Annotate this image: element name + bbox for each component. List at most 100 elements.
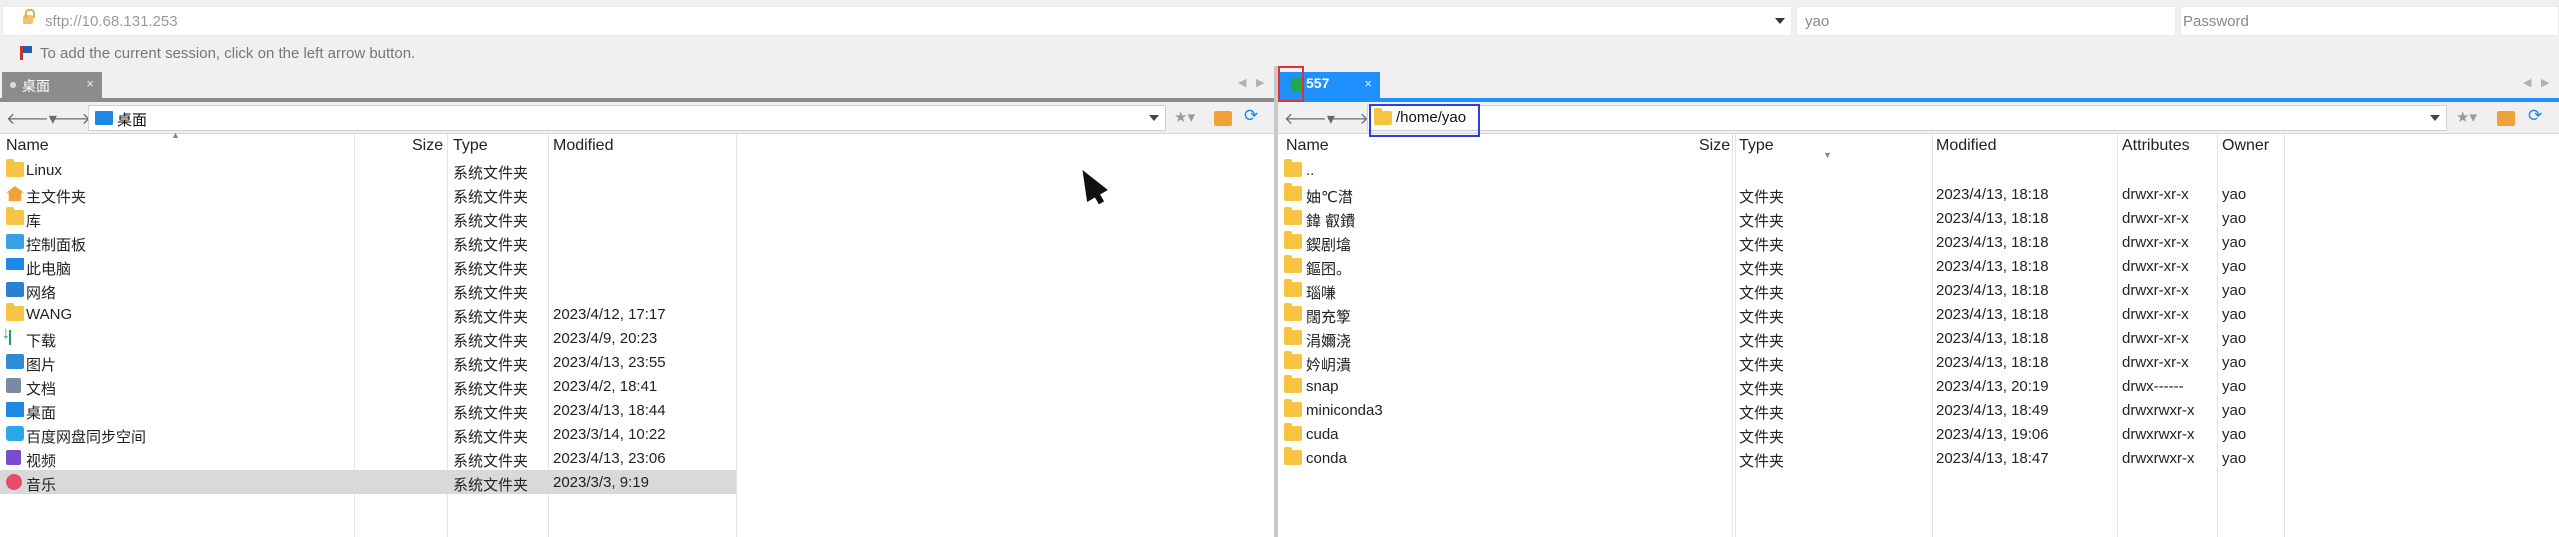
list-item[interactable]: cuda 文件夹 2023/4/13, 19:06 drwxrwxr-x yao [1278, 422, 2559, 446]
list-item[interactable]: 库 系统文件夹 [0, 206, 1274, 230]
item-modified: 2023/4/13, 18:18 [1936, 306, 2049, 323]
close-icon[interactable]: × [86, 76, 94, 91]
refresh-icon[interactable]: ⟳ [1244, 106, 1258, 126]
session-hint-bar: To add the current session, click on the… [0, 42, 2559, 66]
folder-icon [1284, 255, 1302, 273]
header-size[interactable]: Size [1699, 137, 1730, 155]
local-path-combobox[interactable]: 桌面 [88, 105, 1166, 131]
item-type: 系统文件夹 [453, 357, 529, 374]
folder-icon [1284, 207, 1302, 225]
list-item[interactable]: 涓嬭浇 文件夹 2023/4/13, 18:18 drwxr-xr-x yao [1278, 326, 2559, 350]
list-item[interactable]: 百度网盘同步空间 系统文件夹 2023/3/14, 10:22 [0, 422, 1274, 446]
item-modified: 2023/4/13, 18:18 [1936, 282, 2049, 299]
tab-highlight-box [1278, 66, 1304, 102]
chevron-down-icon[interactable] [1775, 18, 1785, 24]
local-nav-bar: 🡐▾ 🡒▾ 桌面 ★▾ ⟳ [0, 102, 1274, 134]
list-item[interactable]: .. [1278, 158, 2559, 182]
header-name[interactable]: Name [6, 137, 49, 155]
host-combobox[interactable]: sftp://10.68.131.253 [2, 6, 1792, 36]
header-size[interactable]: Size [412, 137, 443, 155]
item-name: 涓嬭浇 [1306, 333, 1352, 350]
pictures-icon [6, 354, 24, 369]
item-attributes: drwxrwxr-x [2122, 450, 2195, 467]
header-modified[interactable]: Modified [1936, 137, 1996, 155]
list-item[interactable]: conda 文件夹 2023/4/13, 18:47 drwxrwxr-x ya… [1278, 446, 2559, 470]
item-name: 此电脑 [26, 261, 72, 278]
item-name: 妯℃澘 [1306, 189, 1353, 206]
folder-icon [6, 207, 24, 225]
username-value: yao [1805, 13, 1830, 30]
refresh-icon[interactable]: ⟳ [2528, 106, 2542, 126]
header-attributes[interactable]: Attributes [2122, 137, 2190, 155]
item-modified: 2023/4/13, 23:06 [553, 450, 666, 467]
folder-icon [1284, 279, 1302, 297]
header-type[interactable]: Type [453, 137, 488, 155]
list-item[interactable]: 此电脑 系统文件夹 [0, 254, 1274, 278]
tab-scroll-right-icon[interactable]: ▶ [2541, 76, 2549, 89]
item-type: 系统文件夹 [453, 453, 529, 470]
list-item[interactable]: 闊充箰 文件夹 2023/4/13, 18:18 drwxr-xr-x yao [1278, 302, 2559, 326]
list-item[interactable]: 鏂囨。 文件夹 2023/4/13, 18:18 drwxr-xr-x yao [1278, 254, 2559, 278]
tab-scroll-right-icon[interactable]: ▶ [1256, 76, 1264, 89]
item-modified: 2023/4/13, 18:18 [1936, 210, 2049, 227]
header-owner[interactable]: Owner [2222, 137, 2269, 155]
password-field[interactable]: Password [2180, 6, 2559, 36]
home-icon[interactable] [1214, 111, 1232, 126]
list-item[interactable]: 鍥剧墖 文件夹 2023/4/13, 18:18 drwxr-xr-x yao [1278, 230, 2559, 254]
item-modified: 2023/4/12, 17:17 [553, 306, 666, 323]
list-item[interactable]: 网络 系统文件夹 [0, 278, 1274, 302]
item-modified: 2023/4/13, 18:18 [1936, 186, 2049, 203]
tab-scroll-left-icon[interactable]: ◀ [1238, 76, 1246, 89]
tab-dot-icon [10, 82, 16, 88]
sort-asc-icon: ▲ [171, 130, 180, 140]
chevron-down-icon[interactable] [1149, 115, 1159, 121]
header-type[interactable]: Type [1739, 137, 1774, 155]
item-modified: 2023/3/3, 9:19 [553, 474, 649, 491]
item-name: Linux [26, 162, 62, 179]
item-modified: 2023/4/13, 19:06 [1936, 426, 2049, 443]
list-item[interactable]: 瑙嗛 文件夹 2023/4/13, 18:18 drwxr-xr-x yao [1278, 278, 2559, 302]
item-name: 视频 [26, 453, 57, 470]
item-type: 文件夹 [1739, 453, 1785, 470]
list-item[interactable]: WANG 系统文件夹 2023/4/12, 17:17 [0, 302, 1274, 326]
folder-icon [1284, 183, 1302, 201]
item-name: 鏂囨。 [1306, 261, 1352, 278]
item-type: 文件夹 [1739, 189, 1785, 206]
list-item[interactable]: 文档 系统文件夹 2023/4/2, 18:41 [0, 374, 1274, 398]
username-field[interactable]: yao [1796, 6, 2176, 36]
item-name: 下载 [26, 333, 57, 350]
list-item[interactable]: 桌面 系统文件夹 2023/4/13, 18:44 [0, 398, 1274, 422]
list-item[interactable]: 下载 系统文件夹 2023/4/9, 20:23 [0, 325, 1274, 350]
item-owner: yao [2222, 450, 2247, 467]
list-item-selected[interactable]: 音乐 系统文件夹 2023/3/3, 9:19 [0, 470, 736, 494]
network-icon [6, 282, 24, 297]
chevron-down-icon[interactable] [2430, 115, 2440, 121]
header-name[interactable]: Name [1286, 137, 1329, 155]
folder-icon [1284, 423, 1302, 441]
header-modified[interactable]: Modified [553, 137, 613, 155]
item-type: 系统文件夹 [453, 477, 529, 494]
item-attributes: drwxr-xr-x [2122, 258, 2189, 275]
list-item[interactable]: 图片 系统文件夹 2023/4/13, 23:55 [0, 350, 1274, 374]
list-item[interactable]: snap 文件夹 2023/4/13, 20:19 drwx------ yao [1278, 374, 2559, 398]
list-item[interactable]: miniconda3 文件夹 2023/4/13, 18:49 drwxrwxr… [1278, 398, 2559, 422]
home-icon[interactable] [2497, 111, 2515, 126]
list-item[interactable]: 妯℃澘 文件夹 2023/4/13, 18:18 drwxr-xr-x yao [1278, 182, 2559, 206]
bookmark-icon[interactable]: ★▾ [1174, 108, 1195, 126]
tab-scroll-left-icon[interactable]: ◀ [2523, 76, 2531, 89]
list-item[interactable]: 鍏 叡鐨 文件夹 2023/4/13, 18:18 drwxr-xr-x yao [1278, 206, 2559, 230]
item-name: miniconda3 [1306, 402, 1383, 419]
item-attributes: drwxr-xr-x [2122, 186, 2189, 203]
path-highlight-box [1369, 104, 1480, 137]
list-item[interactable]: 控制面板 系统文件夹 [0, 230, 1274, 254]
login-bar: sftp://10.68.131.253 yao Password [0, 0, 2559, 42]
tab-local[interactable]: 桌面 × [2, 72, 102, 98]
list-item[interactable]: 妗岄潰 文件夹 2023/4/13, 18:18 drwxr-xr-x yao [1278, 350, 2559, 374]
remote-path-combobox[interactable]: /home/yao [1367, 105, 2447, 131]
item-owner: yao [2222, 186, 2247, 203]
bookmark-icon[interactable]: ★▾ [2456, 108, 2477, 126]
item-name: 网络 [26, 285, 57, 302]
list-item[interactable]: 视频 系统文件夹 2023/4/13, 23:06 [0, 446, 1274, 470]
close-icon[interactable]: × [1364, 76, 1372, 91]
session-hint-text: To add the current session, click on the… [40, 45, 416, 62]
